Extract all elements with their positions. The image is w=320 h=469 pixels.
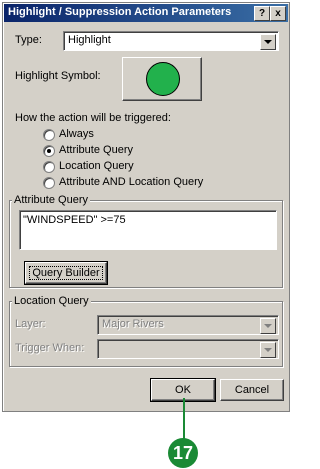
chevron-down-icon[interactable] — [260, 342, 276, 358]
radio-attribute-and-location-label[interactable]: Attribute AND Location Query — [59, 176, 203, 188]
green-circle-symbol-icon — [146, 62, 180, 96]
action-parameters-dialog: Highlight / Suppression Action Parameter… — [2, 2, 290, 412]
query-builder-button[interactable]: Query Builder — [24, 261, 108, 285]
attribute-query-group-label: Attribute Query — [12, 194, 90, 206]
highlight-symbol-label: Highlight Symbol: — [15, 70, 101, 82]
trigger-when-dropdown[interactable] — [97, 339, 279, 359]
dialog-title: Highlight / Suppression Action Parameter… — [8, 6, 232, 18]
step-number: 17 — [172, 443, 194, 463]
radio-location-query-label[interactable]: Location Query — [59, 160, 134, 172]
trigger-when-label: Trigger When: — [15, 342, 85, 354]
radio-always-label[interactable]: Always — [59, 128, 94, 140]
radio-attribute-query-label[interactable]: Attribute Query — [59, 144, 133, 156]
layer-label: Layer: — [15, 318, 46, 330]
type-dropdown[interactable]: Highlight — [63, 31, 279, 51]
cancel-button[interactable]: Cancel — [220, 379, 284, 401]
radio-attribute-query[interactable] — [43, 145, 55, 157]
help-button[interactable]: ? — [254, 6, 270, 21]
layer-value: Major Rivers — [102, 318, 164, 330]
highlight-symbol-button[interactable] — [122, 57, 202, 101]
location-query-group-label: Location Query — [12, 295, 91, 307]
radio-always[interactable] — [43, 129, 55, 141]
callout-leader-line — [183, 398, 185, 440]
trigger-label: How the action will be triggered: — [15, 112, 171, 124]
step-number-badge: 17 — [168, 438, 198, 468]
attribute-query-text: "WINDSPEED" >=75 — [23, 214, 126, 226]
radio-location-query[interactable] — [43, 161, 55, 173]
attribute-query-textbox[interactable]: "WINDSPEED" >=75 — [19, 210, 277, 250]
radio-attribute-and-location[interactable] — [43, 177, 55, 189]
query-builder-label: Query Builder — [29, 266, 103, 280]
close-button[interactable]: x — [270, 6, 286, 21]
title-bar[interactable]: Highlight / Suppression Action Parameter… — [4, 4, 288, 22]
chevron-down-icon[interactable] — [260, 34, 276, 50]
layer-dropdown[interactable]: Major Rivers — [97, 315, 279, 335]
type-label: Type: — [15, 34, 42, 46]
chevron-down-icon[interactable] — [260, 318, 276, 334]
type-value: Highlight — [68, 34, 111, 46]
